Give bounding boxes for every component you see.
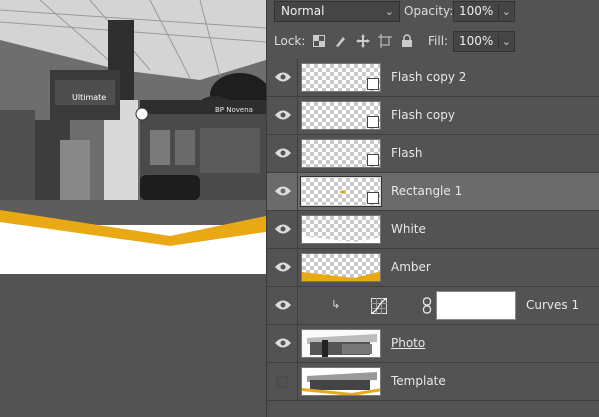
eye-icon[interactable] [275, 71, 291, 83]
smart-object-icon [367, 154, 379, 166]
lock-transparent-pixels-icon[interactable] [310, 34, 327, 48]
layer-name[interactable]: Template [391, 374, 446, 388]
layer-thumbnail[interactable] [301, 63, 381, 92]
smart-object-icon [367, 116, 379, 128]
layer-name[interactable]: Photo [391, 336, 425, 350]
lock-label: Lock: [274, 34, 306, 48]
eye-icon[interactable] [275, 299, 291, 311]
link-chain-icon[interactable] [422, 297, 432, 314]
fill-field[interactable]: 100% ⌄ [453, 31, 515, 52]
layer-row-flash[interactable]: Flash [267, 135, 599, 173]
eye-icon[interactable] [275, 223, 291, 235]
chevron-down-icon: ⌄ [384, 5, 394, 18]
layer-row-amber[interactable]: Amber [267, 249, 599, 287]
layer-thumbnail[interactable] [301, 253, 381, 282]
layer-thumbnail[interactable] [301, 139, 381, 168]
opacity-value: 100% [459, 4, 494, 18]
canvas-sign-bp: BP Novena [215, 106, 253, 114]
eye-icon[interactable] [275, 337, 291, 349]
lock-position-icon[interactable] [354, 34, 371, 48]
layer-row-flash-copy[interactable]: Flash copy [267, 97, 599, 135]
fill-value: 100% [459, 34, 494, 48]
blend-mode-select[interactable]: Normal ⌄ [274, 1, 400, 22]
layer-name[interactable]: White [391, 222, 426, 236]
layer-thumbnail[interactable] [301, 177, 381, 206]
layer-row-rectangle-1[interactable]: Rectangle 1 [267, 173, 599, 211]
layer-name[interactable]: Amber [391, 260, 431, 274]
document-canvas[interactable]: BP Novena Ultimate [0, 0, 266, 417]
layer-row-photo[interactable]: Photo [267, 325, 599, 363]
eye-icon[interactable] [275, 147, 291, 159]
layer-row-flash-copy-2[interactable]: Flash copy 2 [267, 59, 599, 97]
layer-row-curves-1[interactable]: ↳ Curves 1 [267, 287, 599, 325]
layer-row-white[interactable]: White [267, 211, 599, 249]
layer-thumbnail[interactable] [301, 101, 381, 130]
lock-all-icon[interactable] [398, 34, 415, 48]
layer-name[interactable]: Flash copy 2 [391, 70, 466, 84]
chevron-down-icon: ⌄ [501, 5, 511, 18]
fill-label: Fill: [428, 34, 449, 48]
layer-name[interactable]: Rectangle 1 [391, 184, 462, 198]
lock-image-pixels-icon[interactable] [332, 34, 349, 48]
lock-artboard-icon[interactable] [376, 34, 393, 48]
layer-mask-thumbnail[interactable] [436, 291, 516, 320]
blend-mode-value: Normal [281, 4, 325, 18]
curves-adjustment-icon[interactable] [371, 298, 387, 314]
clipping-arrow-icon: ↳ [331, 298, 341, 311]
opacity-label: Opacity: [404, 4, 454, 18]
eye-icon[interactable] [275, 185, 291, 197]
layer-thumbnail[interactable] [301, 329, 381, 358]
layer-name[interactable]: Flash copy [391, 108, 455, 122]
layers-panel: Normal ⌄ Opacity: 100% ⌄ Lock: Fill: 100… [266, 0, 599, 417]
chevron-down-icon: ⌄ [501, 35, 511, 48]
smart-object-icon [367, 192, 379, 204]
layer-thumbnail[interactable] [301, 367, 381, 396]
eye-icon[interactable] [275, 109, 291, 121]
layer-name[interactable]: Flash [391, 146, 422, 160]
visibility-off-box[interactable] [276, 376, 288, 388]
canvas-photo-composite: BP Novena Ultimate [0, 0, 266, 274]
artboard: BP Novena Ultimate [0, 0, 266, 274]
smart-object-icon [367, 78, 379, 90]
eye-icon[interactable] [275, 261, 291, 273]
layer-name[interactable]: Curves 1 [526, 298, 579, 312]
layers-list: Flash copy 2 Flash copy Flash Rectangle … [267, 59, 599, 401]
canvas-sign-ultimate: Ultimate [72, 93, 106, 102]
opacity-field[interactable]: 100% ⌄ [453, 1, 515, 22]
layer-thumbnail[interactable] [301, 215, 381, 244]
layer-row-template[interactable]: Template [267, 363, 599, 401]
